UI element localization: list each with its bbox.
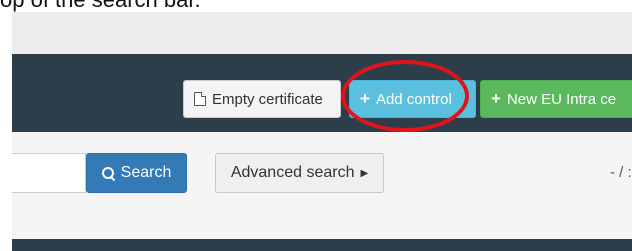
app-screenshot: Empty certificate + Add control + New EU… [12,12,632,251]
advanced-search-button[interactable]: Advanced search ▶ [215,153,384,193]
new-eu-intra-button[interactable]: + New EU Intra ce [480,80,632,118]
empty-certificate-label: Empty certificate [212,90,323,108]
bottom-bar [12,239,632,251]
search-input[interactable] [12,153,86,193]
plus-icon: + [491,89,501,108]
top-strip [12,12,632,54]
highlight-annotation [341,60,469,132]
advanced-search-label: Advanced search [230,164,355,181]
caret-right-icon: ▶ [360,167,369,179]
document-icon [194,92,206,106]
new-eu-intra-label: New EU Intra ce [506,90,617,108]
magnifier-icon [101,166,115,180]
pager-text: - / : [610,164,632,181]
instruction-caption: op of the search bar. [0,0,632,12]
search-button-label: Search [120,164,172,181]
search-button[interactable]: Search [86,153,187,193]
empty-certificate-button[interactable]: Empty certificate [183,80,341,118]
